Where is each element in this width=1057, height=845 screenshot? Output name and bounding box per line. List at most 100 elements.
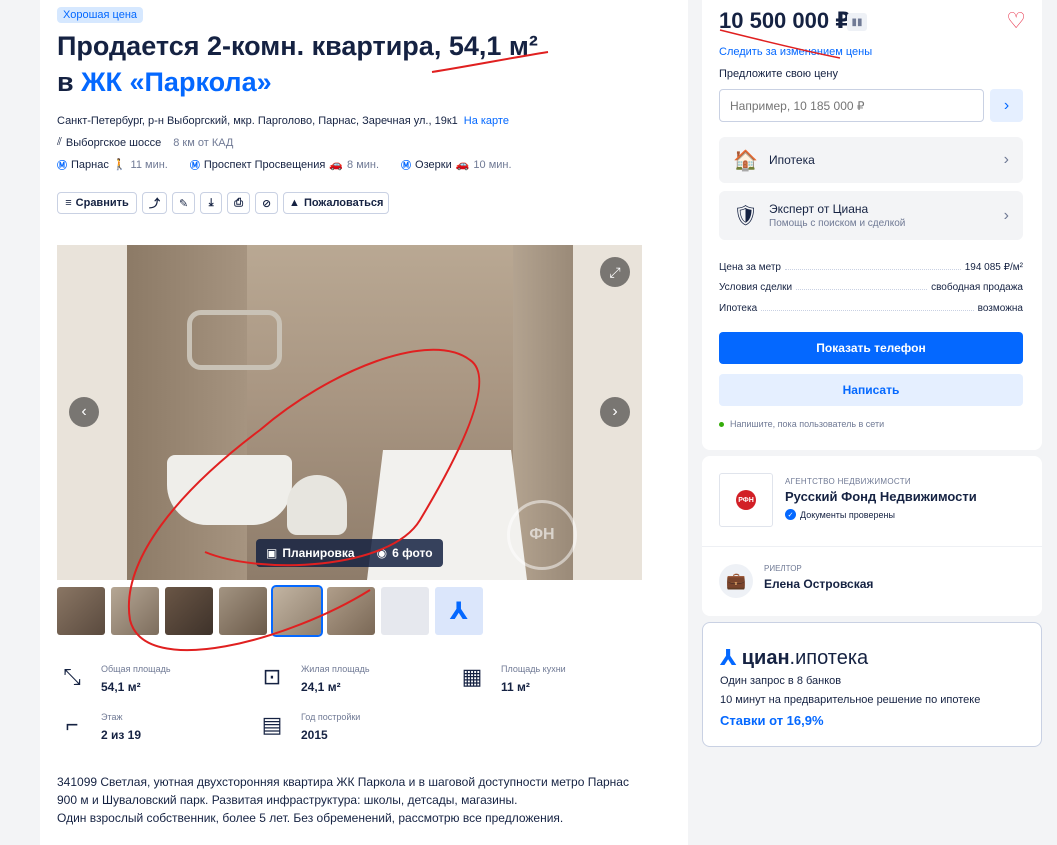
mortgage-button[interactable]: 🏠 Ипотека › — [719, 137, 1023, 183]
print-button[interactable]: ⎙ — [227, 192, 251, 214]
prev-photo-button[interactable]: ‹ — [69, 397, 99, 427]
detail-key: Цена за метр — [719, 262, 781, 273]
chevron-right-icon: › — [1003, 96, 1010, 114]
photos-label: 6 фото — [392, 546, 433, 560]
fact-value: 2 из 19 — [101, 728, 142, 742]
download-button[interactable]: ⤓ — [200, 192, 223, 214]
plan-icon: ▣ — [266, 546, 278, 560]
dotted-leader — [785, 269, 961, 270]
eye-off-icon: ⊘ — [262, 197, 272, 210]
car-icon: 🚗 — [329, 159, 344, 171]
address: Санкт-Петербург, р-н Выборгский, мкр. Па… — [57, 115, 509, 127]
thumbnail[interactable] — [111, 587, 159, 635]
chevron-right-icon: › — [1003, 151, 1009, 168]
page-title: Продается 2-комн. квартира, 54,1 м² в ЖК… — [57, 28, 657, 100]
online-dot-icon — [719, 421, 724, 427]
living-area-icon: ⊡ — [262, 664, 282, 689]
car-icon: 🚗 — [455, 159, 470, 171]
compare-label: Сравнить — [75, 197, 129, 209]
photo-wall — [127, 245, 247, 580]
detail-value: возможна — [977, 303, 1023, 314]
fact-floor: ⌐ Этаж 2 из 19 — [57, 710, 141, 742]
complain-button[interactable]: ▲ Пожаловаться — [283, 192, 390, 214]
kitchen-icon: ▦ — [461, 664, 483, 689]
price: 10 500 000 ₽ — [719, 8, 851, 33]
avatar[interactable]: 💼 — [719, 564, 753, 598]
fact-label: Площадь кухни — [501, 664, 566, 674]
fact-label: Жилая площадь — [301, 664, 370, 674]
good-price-badge: Хорошая цена — [57, 7, 144, 23]
warning-icon: ▲ — [289, 197, 300, 209]
show-phone-button[interactable]: Показать телефон — [719, 332, 1023, 364]
edit-note-button[interactable]: ✎ — [172, 192, 196, 214]
fact-kitchen-area: ▦ Площадь кухни 11 м² — [457, 662, 566, 694]
verified-text: Документы проверены — [800, 509, 895, 520]
shield-icon: 🛡 — [733, 205, 759, 227]
agency-kind: АГЕНТСТВО НЕДВИЖИМОСТИ — [785, 477, 911, 486]
expert-title: Эксперт от Циана — [769, 202, 869, 216]
agency-name[interactable]: Русский Фонд Недвижимости — [785, 489, 977, 504]
fact-living-area: ⊡ Жилая площадь 24,1 м² — [257, 662, 370, 694]
photos-button[interactable]: ◉ 6 фото — [377, 546, 433, 560]
cian-mortgage-logo: ⅄ циан .ипотека — [720, 645, 868, 671]
next-photo-button[interactable]: › — [600, 397, 630, 427]
chevron-right-icon: › — [612, 403, 618, 420]
fact-value: 54,1 м² — [101, 680, 141, 694]
expert-subtitle: Помощь с поиском и сделкой — [769, 218, 906, 229]
expert-button[interactable]: 🛡 Эксперт от Циана Помощь с поиском и сде… — [719, 191, 1023, 240]
favorite-heart-icon[interactable]: ♡ — [1006, 8, 1026, 34]
road-icon: ⫽ — [57, 136, 62, 148]
track-price-link[interactable]: Следить за изменением цены — [719, 46, 872, 58]
title-main: Продается 2-комн. квартира, 54,1 м² — [57, 31, 538, 61]
photo-gallery[interactable]: ФН ‹ › ⤢ ▣ Планировка ◉ 6 фото — [57, 245, 642, 580]
fact-value: 2015 — [301, 728, 328, 742]
agent-card: РФН АГЕНТСТВО НЕДВИЖИМОСТИ Русский Фонд … — [702, 456, 1042, 616]
metro-name[interactable]: Озерки — [415, 159, 452, 171]
price-history-button[interactable]: ▮▮ — [847, 13, 867, 31]
agency-logo[interactable]: РФН — [719, 473, 773, 527]
metro-time: 8 мин. — [347, 158, 380, 171]
promo-line: 10 минут на предварительное решение по и… — [720, 694, 981, 706]
write-button[interactable]: Написать — [719, 374, 1023, 406]
metro-name[interactable]: Проспект Просвещения — [204, 159, 325, 171]
description: 341099 Светлая, уютная двухсторонняя ква… — [57, 773, 657, 827]
detail-value: свободная продажа — [931, 282, 1023, 293]
promo-line: Один запрос в 8 банков — [720, 675, 842, 687]
hide-button[interactable]: ⊘ — [255, 192, 279, 214]
detail-row: Ипотека возможна — [719, 303, 1023, 314]
offer-price-input[interactable] — [719, 89, 984, 122]
detail-row: Условия сделки свободная продажа — [719, 282, 1023, 293]
complex-link[interactable]: ЖК «Паркола» — [81, 67, 271, 97]
thumbnail[interactable] — [165, 587, 213, 635]
gallery-pill: ▣ Планировка ◉ 6 фото — [256, 539, 443, 567]
realtor-name[interactable]: Елена Островская — [764, 577, 873, 591]
map-link[interactable]: На карте — [464, 115, 509, 127]
compare-button[interactable]: ≡ Сравнить — [57, 192, 137, 214]
photo-sink — [167, 455, 292, 525]
share-button[interactable]: ⤴ — [142, 192, 167, 214]
thumbnail-cian-logo[interactable]: ⅄ — [435, 587, 483, 635]
detail-value: 194 085 ₽/м² — [964, 262, 1023, 273]
plan-button[interactable]: ▣ Планировка — [266, 546, 355, 560]
metro-icon: Ⓜ — [57, 161, 67, 172]
metro-name[interactable]: Парнас — [71, 159, 109, 171]
listing-main: Хорошая цена Продается 2-комн. квартира,… — [40, 0, 688, 845]
pencil-icon: ✎ — [179, 197, 189, 210]
mortgage-promo-card[interactable]: ⅄ циан .ипотека Один запрос в 8 банков 10 … — [702, 622, 1042, 747]
dotted-leader — [796, 289, 928, 290]
main-photo[interactable]: ФН — [127, 245, 577, 580]
detail-key: Ипотека — [719, 303, 758, 314]
thumbnail[interactable] — [327, 587, 375, 635]
thumbnail[interactable] — [57, 587, 105, 635]
fact-total-area: ⤡ Общая площадь 54,1 м² — [57, 662, 170, 694]
rates-link[interactable]: Ставки от 16,9% — [720, 713, 824, 728]
fact-label: Год постройки — [301, 712, 361, 722]
offer-submit-button[interactable]: › — [990, 89, 1023, 122]
thumbnail-plan[interactable] — [381, 587, 429, 635]
detail-row: Цена за метр 194 085 ₽/м² — [719, 262, 1023, 273]
thumbnail[interactable] — [219, 587, 267, 635]
thumbnail-selected[interactable] — [271, 585, 323, 637]
cian-pin-icon: ⅄ — [449, 597, 469, 625]
area-icon: ⤡ — [63, 664, 81, 689]
fullscreen-button[interactable]: ⤢ — [600, 257, 630, 287]
